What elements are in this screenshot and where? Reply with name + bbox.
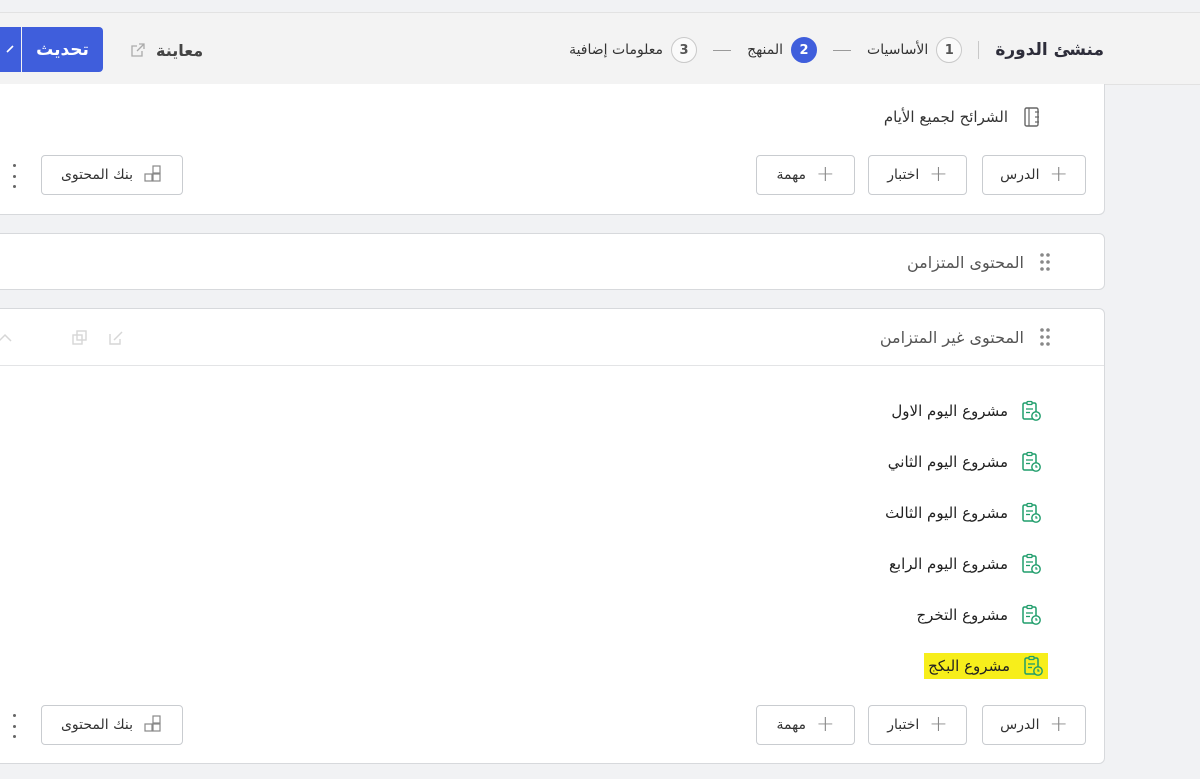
plus-icon: +	[929, 162, 948, 187]
item-label: مشروع البكج	[928, 657, 1010, 675]
notebook-icon	[1024, 107, 1039, 127]
async-section-header: المحتوى غير المتزامن	[880, 326, 1052, 348]
add-task-label: مهمة	[776, 167, 807, 183]
step-number: 3	[671, 37, 698, 63]
chevron-icon	[5, 44, 14, 53]
step-label: المنهج	[747, 42, 784, 58]
clipboard-clock-icon	[1022, 502, 1041, 523]
sync-section-header: المحتوى المتزامن	[907, 251, 1052, 273]
builder-title: منشئ الدورة	[995, 40, 1104, 60]
list-item[interactable]: مشروع اليوم الثاني	[888, 449, 1042, 475]
update-options-button[interactable]	[0, 27, 21, 72]
clipboard-clock-icon	[1022, 553, 1041, 574]
step-label: الأساسيات	[867, 42, 929, 58]
grid-blocks-icon	[144, 715, 161, 732]
step-curriculum[interactable]: 2 المنهج	[747, 37, 818, 63]
slides-item[interactable]: الشرائح لجميع الأيام	[884, 106, 1042, 128]
section-tools	[0, 326, 131, 350]
title-divider	[978, 41, 980, 59]
step-connector	[833, 49, 852, 51]
clipboard-clock-icon	[1022, 400, 1041, 421]
list-item[interactable]: مشروع اليوم الاول	[891, 398, 1042, 424]
preview-link[interactable]: معاينة	[130, 39, 203, 61]
builder-header: منشئ الدورة 1 الأساسيات 2 المنهج 3 معلوم…	[569, 37, 1104, 63]
list-item[interactable]: مشروع التخرج	[916, 602, 1042, 628]
add-lesson-label: الدرس	[1000, 717, 1040, 733]
content-bank-label: بنك المحتوى	[60, 167, 134, 183]
more-options-icon[interactable]	[9, 714, 19, 738]
section-title: المحتوى غير المتزامن	[879, 327, 1024, 347]
grid-blocks-icon	[144, 165, 161, 182]
add-lesson-button[interactable]: + الدرس	[982, 705, 1086, 745]
days-panel: الشرائح لجميع الأيام + الدرس + اختبار + …	[0, 84, 1105, 215]
step-number: 2	[791, 37, 818, 63]
sync-section[interactable]: المحتوى المتزامن	[0, 233, 1105, 290]
add-quiz-label: اختبار	[887, 167, 920, 183]
clipboard-clock-icon	[1022, 604, 1041, 625]
clipboard-clock-icon	[1024, 655, 1043, 676]
external-link-icon	[131, 43, 145, 57]
step-basics[interactable]: 1 الأساسيات	[867, 37, 963, 63]
update-button[interactable]: تحديث	[22, 27, 103, 72]
list-item[interactable]: مشروع اليوم الرابع	[889, 551, 1042, 577]
more-options-icon[interactable]	[9, 164, 19, 188]
clipboard-clock-icon	[1022, 451, 1041, 472]
top-bar: تحديث معاينة منشئ الدورة 1 الأساسيات 2 ا…	[0, 12, 1200, 85]
content-bank-button[interactable]: بنك المحتوى	[41, 155, 183, 195]
content-bank-button[interactable]: بنك المحتوى	[41, 705, 183, 745]
edit-icon[interactable]	[107, 329, 125, 347]
drag-handle-icon[interactable]	[1038, 251, 1052, 273]
plus-icon: +	[816, 712, 835, 737]
add-quiz-button[interactable]: + اختبار	[868, 705, 967, 745]
list-item[interactable]: مشروع اليوم الثالث	[885, 500, 1042, 526]
add-quiz-button[interactable]: + اختبار	[868, 155, 967, 195]
slides-label: الشرائح لجميع الأيام	[883, 108, 1008, 126]
item-label: مشروع التخرج	[916, 606, 1008, 624]
async-section: المحتوى غير المتزامن مشروع اليوم الاول م…	[0, 308, 1105, 764]
add-lesson-label: الدرس	[1000, 167, 1040, 183]
item-label: مشروع اليوم الثالث	[885, 504, 1008, 522]
drag-handle-icon[interactable]	[1038, 326, 1052, 348]
plus-icon: +	[1049, 162, 1068, 187]
section-title: المحتوى المتزامن	[906, 252, 1024, 272]
step-connector	[713, 49, 732, 51]
section-divider	[0, 365, 1104, 366]
plus-icon: +	[1049, 712, 1068, 737]
chevron-up-icon[interactable]	[0, 330, 13, 346]
add-task-label: مهمة	[776, 717, 807, 733]
item-label: مشروع اليوم الاول	[891, 402, 1008, 420]
step-additional-info[interactable]: 3 معلومات إضافية	[569, 37, 698, 63]
item-label: مشروع اليوم الثاني	[887, 453, 1008, 471]
item-label: مشروع اليوم الرابع	[888, 555, 1008, 573]
add-task-button[interactable]: + مهمة	[756, 705, 855, 745]
list-item-highlighted[interactable]: مشروع البكج	[924, 653, 1048, 679]
duplicate-icon[interactable]	[71, 329, 89, 347]
step-label: معلومات إضافية	[569, 42, 664, 58]
plus-icon: +	[816, 162, 835, 187]
add-quiz-label: اختبار	[887, 717, 920, 733]
add-lesson-button[interactable]: + الدرس	[982, 155, 1086, 195]
plus-icon: +	[929, 712, 948, 737]
step-number: 1	[936, 37, 963, 63]
add-task-button[interactable]: + مهمة	[756, 155, 855, 195]
preview-label: معاينة	[156, 40, 204, 60]
content-bank-label: بنك المحتوى	[60, 717, 134, 733]
